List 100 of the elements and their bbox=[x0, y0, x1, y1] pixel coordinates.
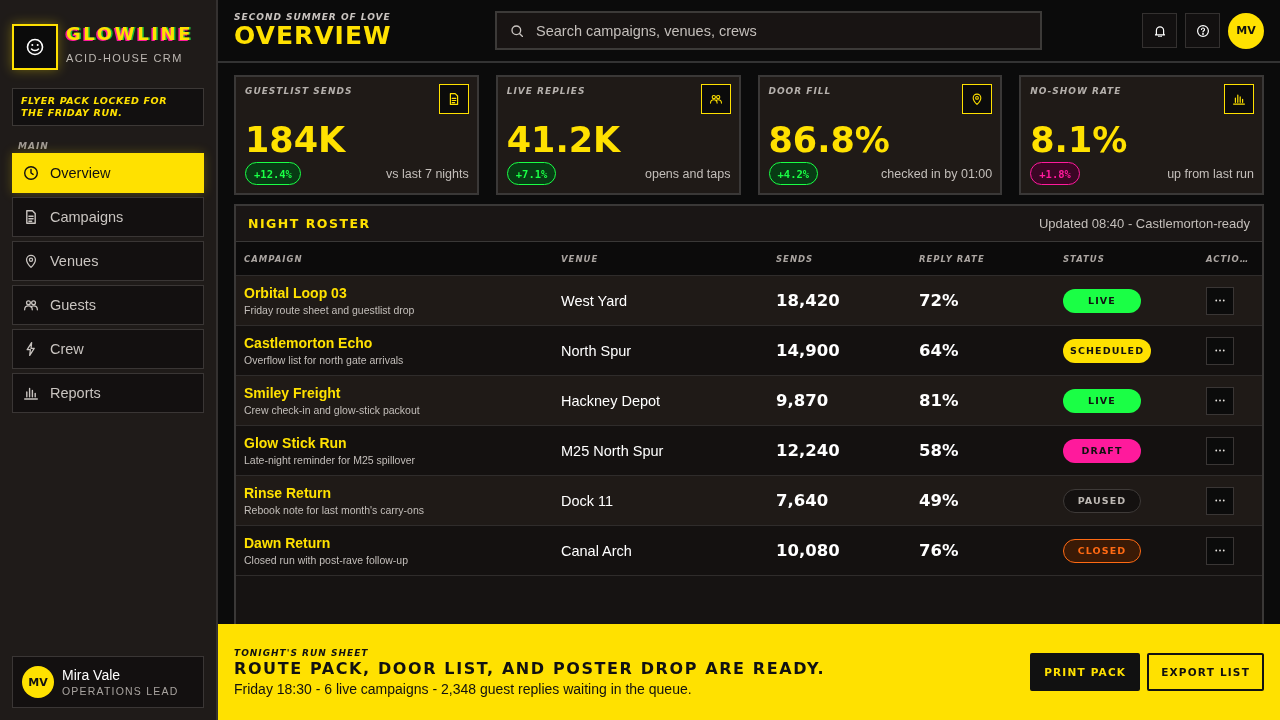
search-field[interactable]: Search campaigns, venues, crews bbox=[495, 11, 1042, 50]
column-header: SENDS bbox=[776, 253, 814, 264]
sends-count: 10,080 bbox=[776, 541, 840, 560]
help-button[interactable] bbox=[1185, 13, 1220, 48]
more-icon bbox=[1215, 399, 1225, 402]
kpi-note: opens and taps bbox=[645, 166, 731, 181]
smiley-logo-icon bbox=[12, 24, 58, 70]
document-icon bbox=[24, 210, 38, 224]
people-icon bbox=[700, 84, 731, 114]
nav-item[interactable]: Overview bbox=[12, 153, 204, 193]
run-sheet-kicker: TONIGHT'S RUN SHEET bbox=[234, 647, 369, 658]
delta-badge: +4.2% bbox=[768, 162, 819, 185]
venue-name: M25 North Spur bbox=[561, 442, 664, 459]
column-header: REPLY RATE bbox=[919, 253, 985, 264]
more-icon bbox=[1215, 449, 1225, 452]
status-badge: PAUSED bbox=[1063, 488, 1141, 513]
kpi-label: GUESTLIST SENDS bbox=[245, 86, 353, 96]
venue-name: Dock 11 bbox=[561, 492, 614, 509]
reply-rate: 81% bbox=[919, 391, 959, 410]
table-row[interactable]: Smiley Freight Crew check-in and glow-stick packout Hackney Depot 9,870 81% LIVE bbox=[236, 376, 1262, 426]
section-label: MAIN bbox=[18, 141, 49, 151]
reply-rate: 49% bbox=[919, 491, 959, 510]
campaign-name: Castlemorton Echo bbox=[244, 335, 373, 351]
more-icon bbox=[1215, 549, 1225, 552]
page-title: OVERVIEW bbox=[234, 21, 392, 50]
campaign-detail: Overflow list for north gate arrivals bbox=[244, 354, 404, 366]
row-actions-button[interactable] bbox=[1206, 286, 1234, 315]
more-icon bbox=[1215, 499, 1225, 502]
kpi-value: 41.2K bbox=[506, 120, 621, 160]
bar-chart-icon bbox=[24, 386, 38, 400]
print-button[interactable]: PRINT PACK bbox=[1030, 653, 1141, 691]
nav-item[interactable]: Crew bbox=[12, 329, 204, 369]
nav-item[interactable]: Venues bbox=[12, 241, 204, 281]
sends-count: 12,240 bbox=[776, 441, 840, 460]
nav-item[interactable]: Campaigns bbox=[12, 197, 204, 237]
bolt-icon bbox=[24, 342, 38, 356]
people-icon bbox=[24, 298, 38, 312]
kpi-note: up from last run bbox=[1167, 166, 1254, 181]
user-card[interactable]: MV Mira Vale OPERATIONS LEAD bbox=[12, 656, 204, 708]
table-row[interactable]: Orbital Loop 03 Friday route sheet and guestlist drop West Yard 18,420 72% LIVE bbox=[236, 276, 1262, 326]
row-actions-button[interactable] bbox=[1206, 336, 1234, 365]
export-button[interactable]: EXPORT LIST bbox=[1147, 653, 1264, 691]
campaign-name: Dawn Return bbox=[244, 535, 331, 551]
sends-count: 18,420 bbox=[776, 291, 840, 310]
sends-count: 14,900 bbox=[776, 341, 840, 360]
note-banner: FLYER PACK LOCKED FOR THE FRIDAY RUN. bbox=[12, 88, 204, 126]
page-kicker: SECOND SUMMER OF LOVE bbox=[234, 11, 391, 22]
nav-item[interactable]: Reports bbox=[12, 373, 204, 413]
profile-avatar[interactable]: MV bbox=[1228, 12, 1264, 49]
venue-name: North Spur bbox=[561, 342, 632, 359]
brand-tagline: ACID-HOUSE CRM bbox=[66, 52, 183, 64]
help-icon bbox=[1196, 24, 1209, 37]
sends-count: 7,640 bbox=[776, 491, 829, 510]
updated-note: Updated 08:40 - Castlemorton-ready bbox=[1039, 216, 1250, 231]
row-actions-button[interactable] bbox=[1206, 536, 1234, 565]
document-icon bbox=[438, 84, 469, 114]
status-badge: SCHEDULED bbox=[1063, 338, 1152, 363]
venue-name: West Yard bbox=[561, 292, 628, 309]
user-avatar: MV bbox=[22, 666, 54, 698]
kpi-note: checked in by 01:00 bbox=[881, 166, 993, 181]
campaign-detail: Closed run with post-rave follow-up bbox=[244, 554, 408, 566]
reply-rate: 58% bbox=[919, 441, 959, 460]
column-header: VENUE bbox=[561, 253, 599, 264]
table-row[interactable]: Rinse Return Rebook note for last month's carry-ons Dock 11 7,640 49% PAUSED bbox=[236, 476, 1262, 526]
user-name: Mira Vale bbox=[62, 667, 121, 683]
campaign-detail: Friday route sheet and guestlist drop bbox=[244, 304, 415, 316]
venue-name: Hackney Depot bbox=[561, 392, 661, 409]
kpi-label: DOOR FILL bbox=[768, 86, 832, 96]
kpi-value: 8.1% bbox=[1030, 120, 1128, 160]
pin-icon bbox=[24, 254, 38, 268]
campaign-detail: Late-night reminder for M25 spillover bbox=[244, 454, 415, 466]
nav-item[interactable]: Guests bbox=[12, 285, 204, 325]
notifications-button[interactable] bbox=[1142, 13, 1177, 48]
campaign-detail: Crew check-in and glow-stick packout bbox=[244, 404, 420, 416]
pin-icon bbox=[962, 84, 993, 114]
status-badge: LIVE bbox=[1063, 388, 1141, 413]
kpi-note: vs last 7 nights bbox=[386, 166, 469, 181]
delta-badge: +7.1% bbox=[506, 162, 557, 185]
campaign-name: Smiley Freight bbox=[244, 385, 341, 401]
sends-count: 9,870 bbox=[776, 391, 829, 410]
reply-rate: 64% bbox=[919, 341, 959, 360]
status-badge: DRAFT bbox=[1063, 438, 1141, 463]
venue-name: Canal Arch bbox=[561, 542, 632, 559]
search-icon bbox=[511, 25, 523, 37]
delta-badge: +12.4% bbox=[245, 162, 301, 185]
campaign-name: Glow Stick Run bbox=[244, 435, 347, 451]
row-actions-button[interactable] bbox=[1206, 436, 1234, 465]
column-header: STATUS bbox=[1063, 253, 1105, 264]
kpi-value: 86.8% bbox=[768, 120, 890, 160]
reply-rate: 76% bbox=[919, 541, 959, 560]
kpi-label: LIVE REPLIES bbox=[506, 86, 586, 96]
bar-chart-icon bbox=[1224, 84, 1254, 114]
brand-name: GLOWLINE bbox=[66, 24, 194, 44]
panel-title: NIGHT ROSTER bbox=[248, 216, 371, 231]
more-icon bbox=[1215, 299, 1225, 302]
row-actions-button[interactable] bbox=[1206, 386, 1234, 415]
bell-icon bbox=[1153, 24, 1166, 37]
delta-badge: +1.8% bbox=[1030, 162, 1080, 185]
reply-rate: 72% bbox=[919, 291, 959, 310]
row-actions-button[interactable] bbox=[1206, 486, 1234, 515]
